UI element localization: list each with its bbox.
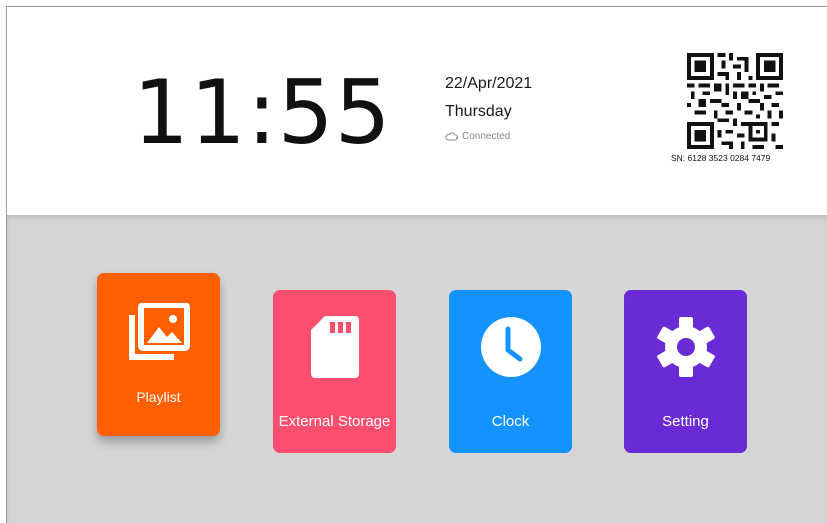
- gear-icon: [624, 316, 747, 378]
- connection-status: Connected: [445, 131, 510, 142]
- external-storage-label: External Storage: [278, 413, 391, 430]
- playlist-tile[interactable]: Playlist: [97, 273, 220, 436]
- date-display: 22/Apr/2021: [445, 75, 533, 92]
- weekday-display: Thursday: [445, 103, 512, 120]
- setting-tile[interactable]: Setting: [624, 290, 747, 453]
- sd-card-icon: [273, 316, 396, 378]
- time-display: 11:55: [133, 61, 392, 164]
- clock-label: Clock: [491, 413, 530, 430]
- gallery-icon: [97, 303, 220, 361]
- device-screen: 11:55 22/Apr/2021 Thursday Connected SN:…: [6, 6, 827, 523]
- clock-tile[interactable]: Clock: [449, 290, 572, 453]
- cloud-icon: [445, 132, 459, 141]
- connection-label: Connected: [462, 131, 511, 142]
- status-panel: 11:55 22/Apr/2021 Thursday Connected SN:…: [7, 7, 827, 215]
- playlist-label: Playlist: [136, 389, 181, 405]
- serial-number: SN: 6128 3523 0284 7479: [671, 153, 771, 163]
- app-launcher: Playlist External Storage Clock Setting: [7, 215, 827, 523]
- setting-label: Setting: [662, 413, 709, 430]
- external-storage-tile[interactable]: External Storage: [273, 290, 396, 453]
- clock-icon: [449, 316, 572, 378]
- qr-code: [687, 53, 783, 149]
